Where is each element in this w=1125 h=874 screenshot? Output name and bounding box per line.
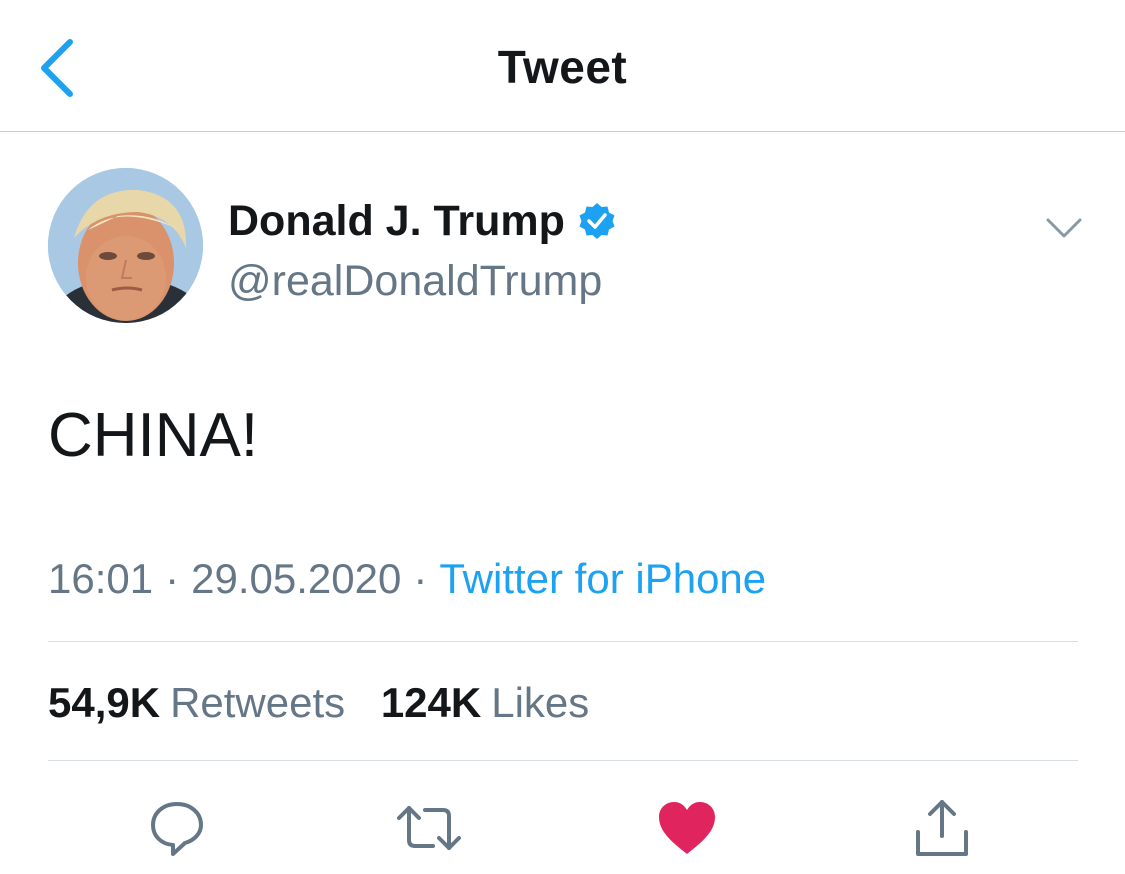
- avatar-photo: [48, 168, 203, 323]
- display-name-row: Donald J. Trump: [228, 196, 617, 246]
- avatar[interactable]: [48, 168, 203, 323]
- retweets-stat[interactable]: 54,9K Retweets: [48, 676, 345, 730]
- retweets-label: Retweets: [170, 679, 346, 726]
- page-title: Tweet: [497, 41, 628, 93]
- tweet-options-button[interactable]: [1044, 208, 1084, 248]
- share-icon: [916, 800, 968, 856]
- retweets-count: 54,9K: [48, 679, 161, 726]
- likes-count: 124K: [380, 679, 482, 726]
- likes-stat[interactable]: 124K Likes: [381, 676, 589, 730]
- tweet-actions: [0, 790, 1125, 866]
- display-name[interactable]: Donald J. Trump: [228, 196, 565, 246]
- tweet-time: 16:01: [48, 555, 154, 602]
- author-names: Donald J. Trump @realDonaldTrump: [228, 196, 617, 306]
- likes-label: Likes: [491, 679, 590, 726]
- tweet-text: CHINA!: [48, 401, 259, 470]
- chevron-down-icon: [1046, 218, 1082, 238]
- verified-icon: [577, 201, 617, 241]
- divider: [48, 760, 1078, 761]
- retweet-button[interactable]: [391, 790, 467, 866]
- reply-button[interactable]: [139, 790, 215, 866]
- meta-separator: ·: [165, 555, 180, 602]
- divider: [48, 641, 1078, 642]
- top-bar: Tweet: [0, 0, 1125, 132]
- reply-icon: [151, 802, 203, 856]
- tweet-meta: 16:01 · 29.05.2020 · Twitter for iPhone: [48, 552, 766, 606]
- tweet-date: 29.05.2020: [191, 555, 402, 602]
- like-button[interactable]: [649, 790, 725, 866]
- tweet-source-link[interactable]: Twitter for iPhone: [439, 555, 766, 602]
- heart-icon: [659, 802, 715, 854]
- tweet-stats: 54,9K Retweets 124K Likes: [48, 676, 589, 730]
- tweet-author: Donald J. Trump @realDonaldTrump: [48, 168, 1088, 328]
- share-button[interactable]: [904, 790, 980, 866]
- meta-separator: ·: [413, 555, 428, 602]
- author-handle[interactable]: @realDonaldTrump: [228, 256, 617, 306]
- retweet-icon: [397, 806, 461, 850]
